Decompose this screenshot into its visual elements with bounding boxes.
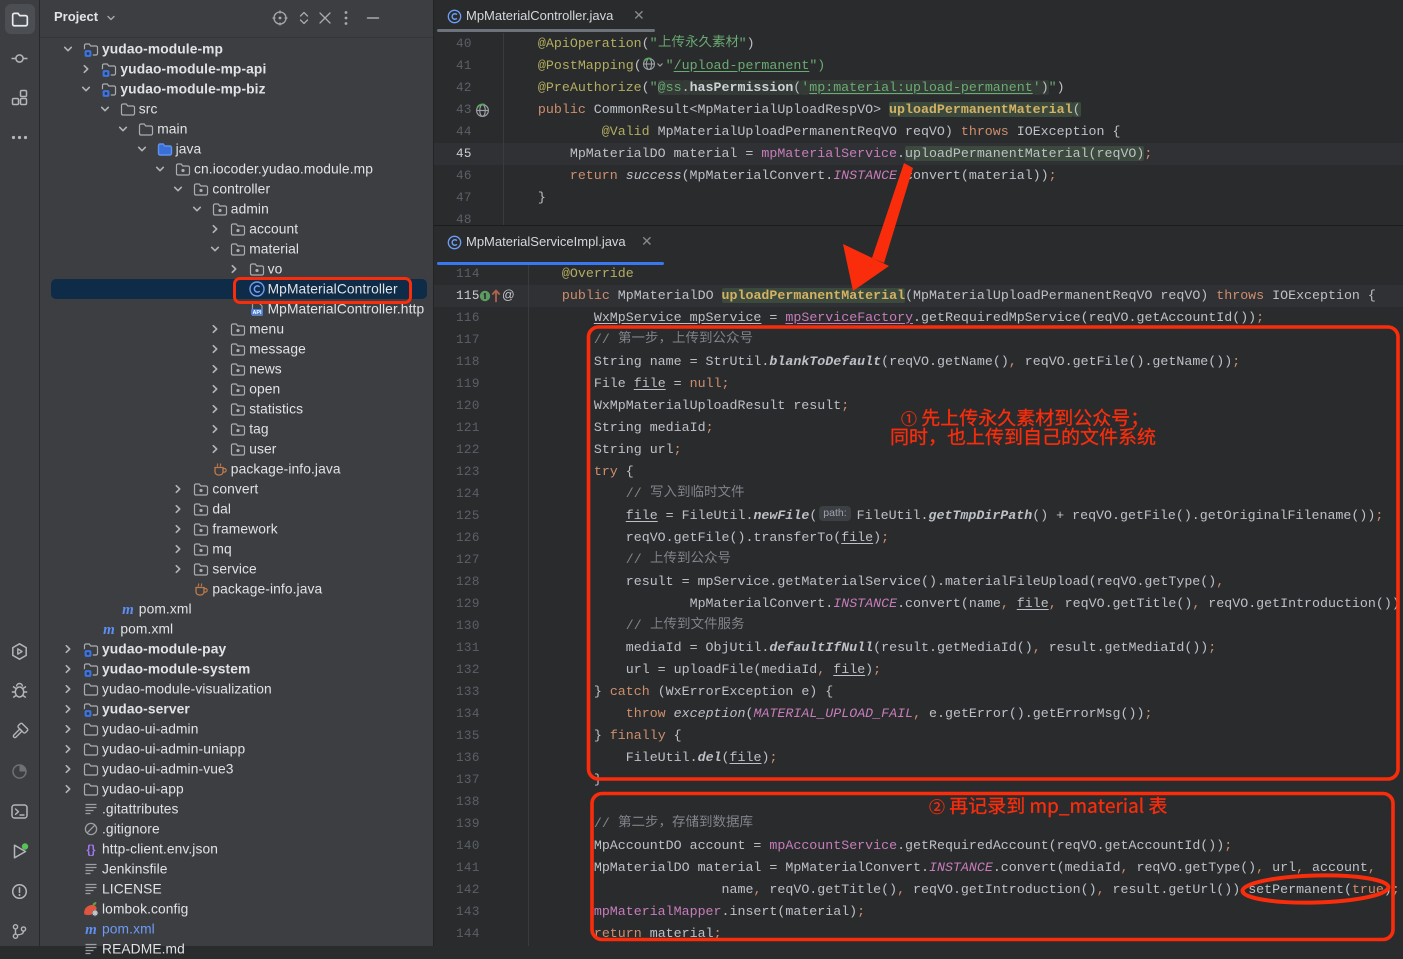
svg-text:m: m	[85, 922, 97, 938]
svg-text:m: m	[122, 602, 134, 618]
svg-text:API: API	[252, 310, 261, 316]
svg-text:{}: {}	[87, 844, 96, 856]
svg-text:m: m	[104, 622, 116, 638]
